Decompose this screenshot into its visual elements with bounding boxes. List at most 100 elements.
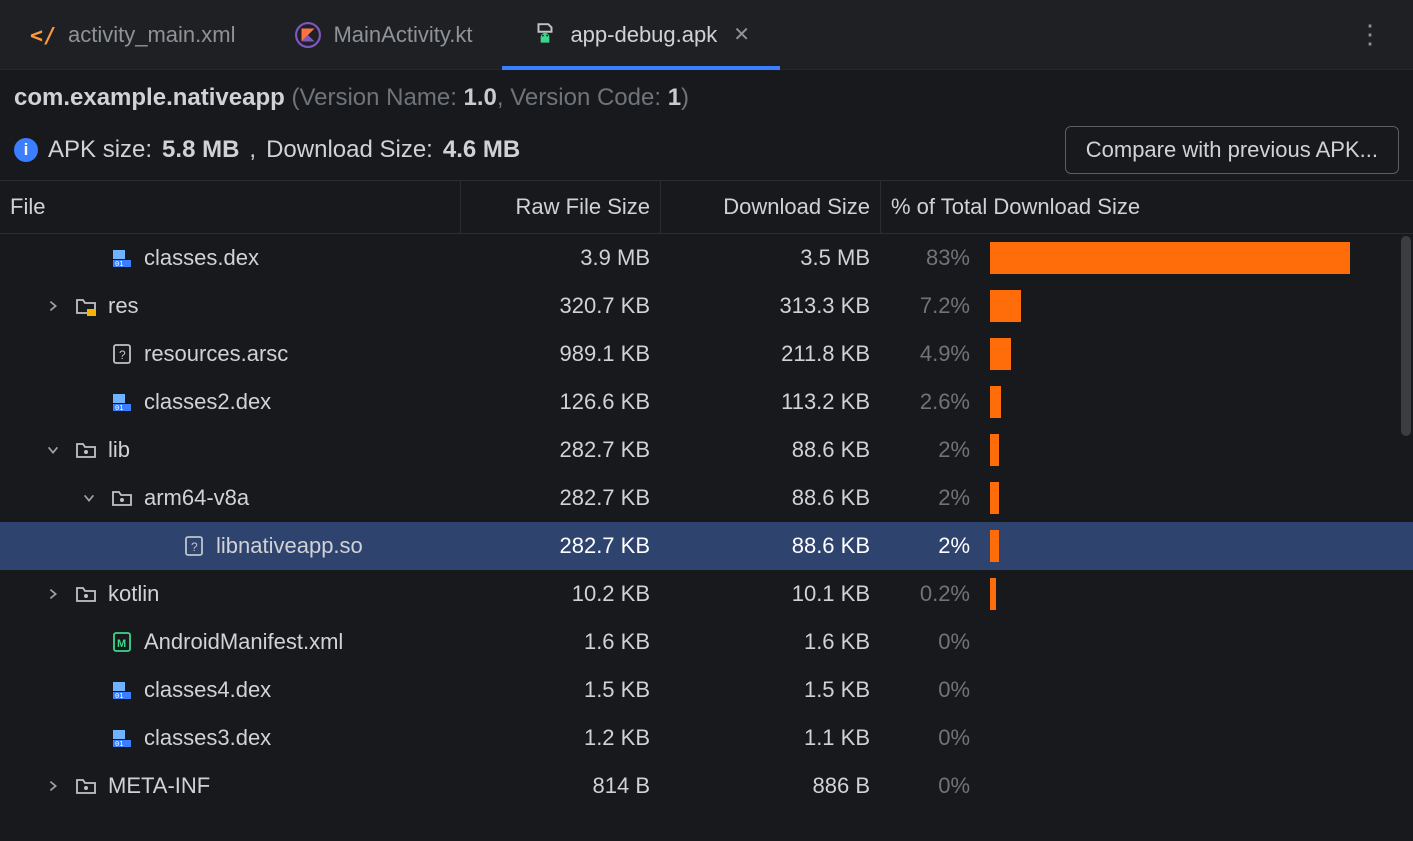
tab-label: MainActivity.kt [333,22,472,48]
pct-download: 0.2% [880,581,980,607]
download-size: 113.2 KB [660,389,880,415]
scrollbar[interactable] [1399,234,1413,841]
svg-text:01: 01 [115,740,123,748]
tab-overflow-menu[interactable]: ⋮ [1339,0,1403,69]
file-name: lib [108,437,130,463]
file-cell: 01classes4.dex [0,677,460,703]
raw-size: 10.2 KB [460,581,660,607]
pct-bar [980,282,1400,330]
file-name: AndroidManifest.xml [144,629,343,655]
compare-apk-button[interactable]: Compare with previous APK... [1065,126,1399,174]
download-size: 313.3 KB [660,293,880,319]
tab-label: activity_main.xml [68,22,235,48]
file-type-icon [110,486,134,510]
svg-text:?: ? [191,540,198,554]
table-row[interactable]: 01 classes2.dex 126.6 KB113.2 KB2.6% [0,378,1413,426]
file-type-icon [74,294,98,318]
col-raw-size[interactable]: Raw File Size [460,181,660,233]
pct-download: 83% [880,245,980,271]
file-name: classes2.dex [144,389,271,415]
file-cell: ? libnativeapp.so [0,533,460,559]
file-name: libnativeapp.so [216,533,363,559]
tab-bar: </> activity_main.xml MainActivity.kt ap… [0,0,1413,70]
file-type-icon: 01 [110,390,134,414]
chevron-down-icon[interactable] [78,491,100,505]
pct-bar [980,426,1400,474]
table-row[interactable]: lib282.7 KB88.6 KB2% [0,426,1413,474]
table-row[interactable]: kotlin10.2 KB10.1 KB0.2% [0,570,1413,618]
raw-size: 3.9 MB [460,245,660,271]
svg-text:01: 01 [115,404,123,412]
table-row[interactable]: 01classes4.dex1.5 KB1.5 KB0% [0,666,1413,714]
pct-download: 2.6% [880,389,980,415]
raw-size: 1.2 KB [460,725,660,751]
raw-size: 282.7 KB [460,485,660,511]
file-type-icon [74,438,98,462]
apk-icon [532,22,558,48]
raw-size: 1.5 KB [460,677,660,703]
pct-bar [980,666,1400,714]
package-line: com.example.nativeapp (Version Name: 1.0… [14,84,1399,112]
svg-text:</>: </> [30,23,56,47]
file-type-icon [74,774,98,798]
chevron-right-icon[interactable] [42,587,64,601]
download-size: 211.8 KB [660,341,880,367]
raw-size: 282.7 KB [460,437,660,463]
pct-bar [980,474,1400,522]
download-size: 1.5 KB [660,677,880,703]
chevron-right-icon[interactable] [42,299,64,313]
file-name: resources.arsc [144,341,288,367]
file-cell: MAndroidManifest.xml [0,629,460,655]
info-icon: i [14,138,38,162]
chevron-down-icon[interactable] [42,443,64,457]
file-cell: 01 classes2.dex [0,389,460,415]
file-cell: META-INF [0,773,460,799]
download-size: 1.6 KB [660,629,880,655]
package-name: com.example.nativeapp [14,84,285,111]
chevron-right-icon[interactable] [42,779,64,793]
file-cell: lib [0,437,460,463]
file-cell: 01classes.dex [0,245,460,271]
close-icon[interactable]: ✕ [733,22,750,47]
table-row[interactable]: META-INF814 B886 B0% [0,762,1413,810]
col-pct-download[interactable]: % of Total Download Size [880,181,1400,233]
apk-info-header: com.example.nativeapp (Version Name: 1.0… [0,70,1413,180]
pct-bar [980,618,1400,666]
tab-main-activity[interactable]: MainActivity.kt [265,0,502,69]
table-row[interactable]: res320.7 KB313.3 KB7.2% [0,282,1413,330]
pct-download: 0% [880,773,980,799]
pct-bar [980,762,1400,810]
download-size: 88.6 KB [660,485,880,511]
file-cell: arm64-v8a [0,485,460,511]
pct-bar [980,378,1400,426]
table-row[interactable]: 01classes3.dex1.2 KB1.1 KB0% [0,714,1413,762]
raw-size: 814 B [460,773,660,799]
kotlin-icon [295,22,321,48]
file-type-icon [74,582,98,606]
col-download-size[interactable]: Download Size [660,181,880,233]
tab-app-debug-apk[interactable]: app-debug.apk ✕ [502,0,780,69]
pct-bar [980,522,1400,570]
table-row[interactable]: MAndroidManifest.xml1.6 KB1.6 KB0% [0,618,1413,666]
col-file[interactable]: File [0,194,460,220]
file-name: kotlin [108,581,159,607]
download-size: 1.1 KB [660,725,880,751]
table-row[interactable]: arm64-v8a282.7 KB88.6 KB2% [0,474,1413,522]
raw-size: 989.1 KB [460,341,660,367]
file-table-body: 01classes.dex3.9 MB3.5 MB83%res320.7 KB3… [0,234,1413,841]
raw-size: 282.7 KB [460,533,660,559]
tab-activity-main[interactable]: </> activity_main.xml [0,0,265,69]
pct-download: 0% [880,629,980,655]
file-name: classes4.dex [144,677,271,703]
scrollbar-thumb[interactable] [1401,236,1411,436]
table-row[interactable]: ?resources.arsc989.1 KB211.8 KB4.9% [0,330,1413,378]
download-size: 3.5 MB [660,245,880,271]
table-row[interactable]: 01classes.dex3.9 MB3.5 MB83% [0,234,1413,282]
table-row[interactable]: ?libnativeapp.so282.7 KB88.6 KB2% [0,522,1413,570]
raw-size: 126.6 KB [460,389,660,415]
file-table: 01classes.dex3.9 MB3.5 MB83%res320.7 KB3… [0,234,1413,841]
pct-bar [980,234,1400,282]
pct-download: 2% [880,485,980,511]
svg-text:01: 01 [115,260,123,268]
file-cell: res [0,293,460,319]
